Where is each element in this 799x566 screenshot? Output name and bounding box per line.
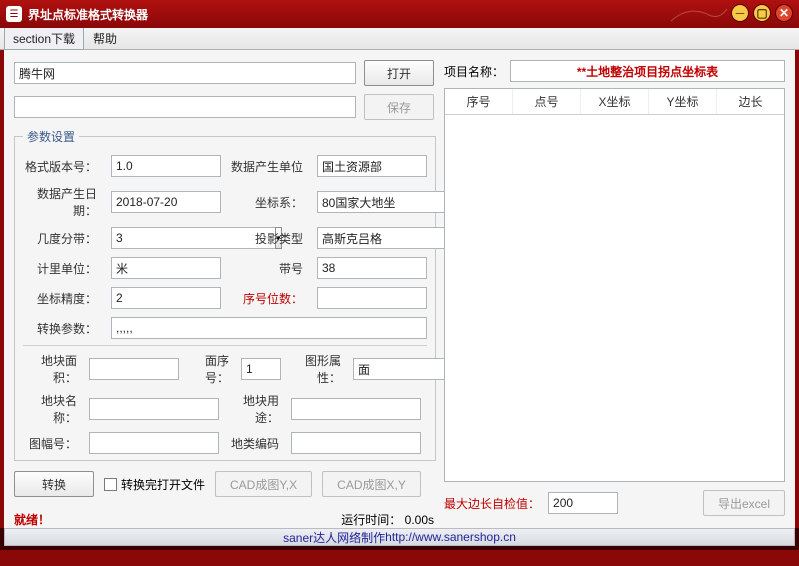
cad-xy-button: CAD成图X,Y	[322, 471, 421, 497]
save-button: 保存	[364, 94, 434, 120]
table-header: 序号 点号 X坐标 Y坐标 边长	[445, 89, 784, 115]
footer: saner达人网络制作 http://www.sanershop.cn	[4, 528, 795, 546]
convert-button[interactable]: 转换	[14, 471, 94, 497]
prec-input[interactable]	[111, 287, 221, 309]
date-input[interactable]	[111, 191, 221, 213]
landcode-input[interactable]	[291, 432, 421, 454]
sheet-input[interactable]	[89, 432, 219, 454]
table-body	[445, 115, 784, 481]
prec-label: 坐标精度：	[23, 290, 103, 307]
convparam-label: 转换参数：	[23, 320, 103, 337]
titlebar: ☰ 界址点标准格式转换器 ─ ▢ ✕	[0, 0, 799, 28]
version-input[interactable]	[111, 155, 221, 177]
col-x: X坐标	[581, 89, 649, 114]
band-input[interactable]	[317, 257, 427, 279]
projname-label: 项目名称：	[444, 63, 504, 80]
meas-input[interactable]	[111, 257, 221, 279]
maximize-button[interactable]: ▢	[753, 4, 771, 22]
meas-label: 计里单位：	[23, 260, 103, 277]
band-label: 带号	[229, 260, 309, 277]
menubar: section下载 帮助	[0, 28, 799, 50]
shape-label: 图形属性：	[287, 352, 347, 386]
export-excel-button: 导出excel	[703, 490, 785, 516]
col-seq: 序号	[445, 89, 513, 114]
convparam-input[interactable]	[111, 317, 427, 339]
zone-label: 几度分带：	[23, 230, 103, 247]
seq-label: 序号位数：	[229, 290, 309, 307]
status-text: 就绪！	[14, 511, 50, 528]
unit-gen-input[interactable]	[317, 155, 427, 177]
menu-section-download[interactable]: section下载	[4, 27, 84, 50]
cad-yx-button: CAD成图Y,X	[215, 471, 312, 497]
close-button[interactable]: ✕	[775, 4, 793, 22]
sheet-label: 图幅号：	[23, 435, 83, 452]
col-point: 点号	[513, 89, 581, 114]
col-y: Y坐标	[649, 89, 717, 114]
area-input[interactable]	[89, 358, 179, 380]
titlebar-decoration	[669, 3, 729, 23]
filepath-input[interactable]	[14, 62, 356, 84]
open-button[interactable]: 打开	[364, 60, 434, 86]
blockname-label: 地块名称：	[23, 392, 83, 426]
unit-gen-label: 数据产生单位	[229, 158, 309, 175]
faceno-input[interactable]	[241, 358, 281, 380]
window-title: 界址点标准格式转换器	[28, 6, 148, 23]
menu-help[interactable]: 帮助	[84, 27, 126, 50]
data-table[interactable]: 序号 点号 X坐标 Y坐标 边长	[444, 88, 785, 482]
minimize-button[interactable]: ─	[731, 4, 749, 22]
blockname-input[interactable]	[89, 398, 219, 420]
runtime-text: 运行时间： 0.00s	[341, 511, 434, 528]
footer-link[interactable]: http://www.sanershop.cn	[385, 530, 516, 544]
proj-label: 投影类型	[229, 230, 309, 247]
area-label: 地块面积：	[23, 352, 83, 386]
project-title: **土地整治项目拐点坐标表	[510, 60, 785, 82]
savepath-input[interactable]	[14, 96, 356, 118]
openafter-checkbox[interactable]: 转换完打开文件	[104, 476, 205, 493]
params-legend: 参数设置	[23, 128, 79, 145]
faceno-label: 面序号：	[185, 352, 235, 386]
seq-input[interactable]	[317, 287, 427, 309]
landuse-input[interactable]	[291, 398, 421, 420]
coordsys-label: 坐标系：	[229, 194, 309, 211]
version-label: 格式版本号：	[23, 158, 103, 175]
landcode-label: 地类编码	[225, 435, 285, 452]
app-icon: ☰	[6, 6, 22, 22]
params-fieldset: 参数设置 格式版本号： 数据产生单位 数据产生日期： 坐标系： ▾ 几度分带： …	[14, 128, 436, 461]
col-edge: 边长	[717, 89, 784, 114]
maxedge-label: 最大边长自检值：	[444, 495, 540, 512]
date-label: 数据产生日期：	[23, 185, 103, 219]
landuse-label: 地块用途：	[225, 392, 285, 426]
maxedge-input[interactable]	[548, 492, 618, 514]
